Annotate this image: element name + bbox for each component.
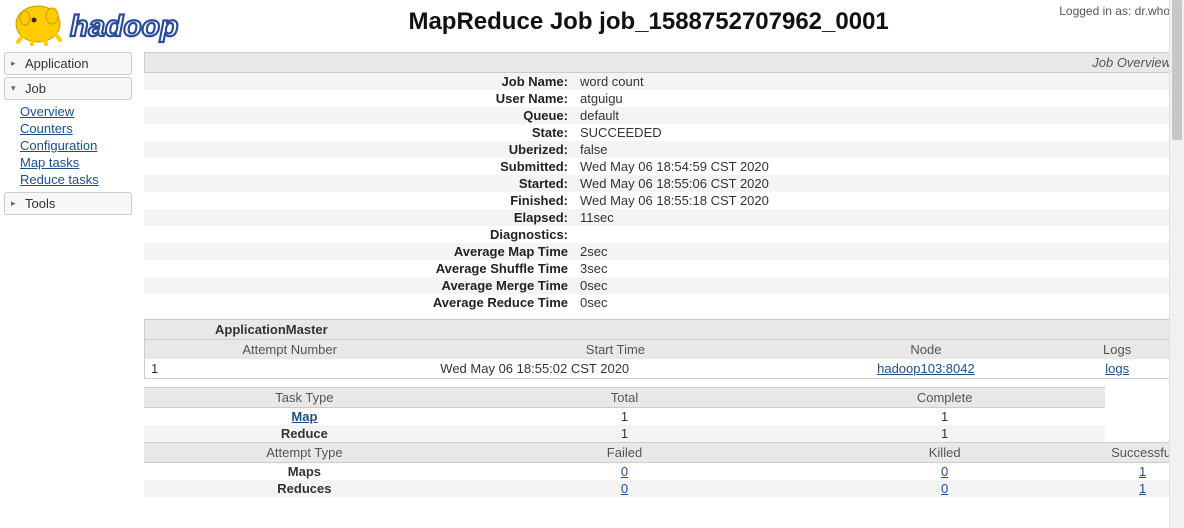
col-header: Task Type	[144, 388, 465, 408]
info-label: Average Reduce Time	[144, 294, 574, 311]
attempt-link[interactable]: 0	[941, 481, 948, 496]
col-header: Complete	[784, 388, 1105, 408]
attempt-link[interactable]: 0	[621, 481, 628, 496]
am-start: Wed May 06 18:55:02 CST 2020	[434, 359, 796, 379]
table-row: Reduce 1 1	[144, 425, 1180, 443]
info-value: 3sec	[574, 260, 1180, 277]
info-value: Wed May 06 18:54:59 CST 2020	[574, 158, 1180, 175]
am-attempt: 1	[145, 359, 435, 379]
table-row: Maps 0 0 1	[144, 463, 1180, 481]
info-value: 0sec	[574, 294, 1180, 311]
sidebar: ▸Application ▾Job Overview Counters Conf…	[4, 52, 132, 217]
login-info: Logged in as: dr.who	[1059, 2, 1176, 18]
info-label: User Name:	[144, 90, 574, 107]
job-info-table: Job Name:word count User Name:atguigu Qu…	[144, 73, 1180, 311]
info-value: atguigu	[574, 90, 1180, 107]
task-map-link[interactable]: Map	[291, 409, 317, 424]
overview-header: Job Overview	[144, 52, 1180, 73]
chevron-right-icon: ▸	[11, 58, 21, 69]
nav-application[interactable]: ▸Application	[4, 52, 132, 75]
nav-job-counters[interactable]: Counters	[20, 121, 132, 138]
am-logs-link[interactable]: logs	[1105, 361, 1129, 376]
info-value	[574, 226, 1180, 243]
nav-tools[interactable]: ▸Tools	[4, 192, 132, 215]
cell: 1	[465, 408, 784, 426]
info-value: word count	[574, 73, 1180, 90]
nav-job-reduce-tasks[interactable]: Reduce tasks	[20, 172, 132, 189]
col-header: Total	[465, 388, 784, 408]
info-label: Uberized:	[144, 141, 574, 158]
task-reduce-label: Reduce	[144, 425, 465, 443]
attempt-reduces-label: Reduces	[144, 480, 465, 497]
attempt-maps-label: Maps	[144, 463, 465, 481]
info-label: Started:	[144, 175, 574, 192]
table-row: 1 Wed May 06 18:55:02 CST 2020 hadoop103…	[145, 359, 1180, 379]
attempt-link[interactable]: 0	[621, 464, 628, 479]
info-value: Wed May 06 18:55:06 CST 2020	[574, 175, 1180, 192]
nav-job-overview[interactable]: Overview	[20, 104, 132, 121]
svg-text:hadoop: hadoop	[70, 10, 178, 43]
nav-job-map-tasks[interactable]: Map tasks	[20, 155, 132, 172]
chevron-right-icon: ▸	[11, 198, 21, 209]
chevron-down-icon: ▾	[11, 83, 21, 94]
page-title: MapReduce Job job_1588752707962_0001	[238, 8, 1059, 36]
info-value: default	[574, 107, 1180, 124]
cell: 1	[465, 425, 784, 443]
info-value: 2sec	[574, 243, 1180, 260]
cell: 1	[784, 408, 1105, 426]
col-header: Node	[797, 340, 1056, 360]
hadoop-logo[interactable]: hadoop	[2, 2, 238, 52]
attempt-link[interactable]: 1	[1139, 481, 1146, 496]
am-table: ApplicationMaster Attempt Number Start T…	[144, 319, 1180, 379]
info-label: Average Map Time	[144, 243, 574, 260]
info-label: Diagnostics:	[144, 226, 574, 243]
info-label: Average Merge Time	[144, 277, 574, 294]
attempt-link[interactable]: 1	[1139, 464, 1146, 479]
am-node-link[interactable]: hadoop103:8042	[877, 361, 975, 376]
nav-job-configuration[interactable]: Configuration	[20, 138, 132, 155]
info-value: 0sec	[574, 277, 1180, 294]
info-label: Elapsed:	[144, 209, 574, 226]
info-value: 11sec	[574, 209, 1180, 226]
info-label: Average Shuffle Time	[144, 260, 574, 277]
table-row: Reduces 0 0 1	[144, 480, 1180, 497]
col-header: Attempt Type	[144, 443, 465, 463]
col-header: Killed	[784, 443, 1105, 463]
tasks-table: Task Type Total Complete Map 1 1 Reduce …	[144, 387, 1180, 497]
nav-job[interactable]: ▾Job	[4, 77, 132, 100]
vertical-scrollbar[interactable]	[1169, 0, 1184, 528]
col-header: Logs	[1055, 340, 1179, 360]
info-value: false	[574, 141, 1180, 158]
table-row: Map 1 1	[144, 408, 1180, 426]
info-label: Job Name:	[144, 73, 574, 90]
col-header: Attempt Number	[145, 340, 435, 360]
info-value: SUCCEEDED	[574, 124, 1180, 141]
am-title: ApplicationMaster	[145, 320, 1180, 340]
col-header: Start Time	[434, 340, 796, 360]
scrollbar-thumb[interactable]	[1172, 0, 1182, 140]
info-label: State:	[144, 124, 574, 141]
info-label: Finished:	[144, 192, 574, 209]
cell: 1	[784, 425, 1105, 443]
info-label: Submitted:	[144, 158, 574, 175]
attempt-link[interactable]: 0	[941, 464, 948, 479]
col-header: Failed	[465, 443, 784, 463]
info-label: Queue:	[144, 107, 574, 124]
info-value: Wed May 06 18:55:18 CST 2020	[574, 192, 1180, 209]
